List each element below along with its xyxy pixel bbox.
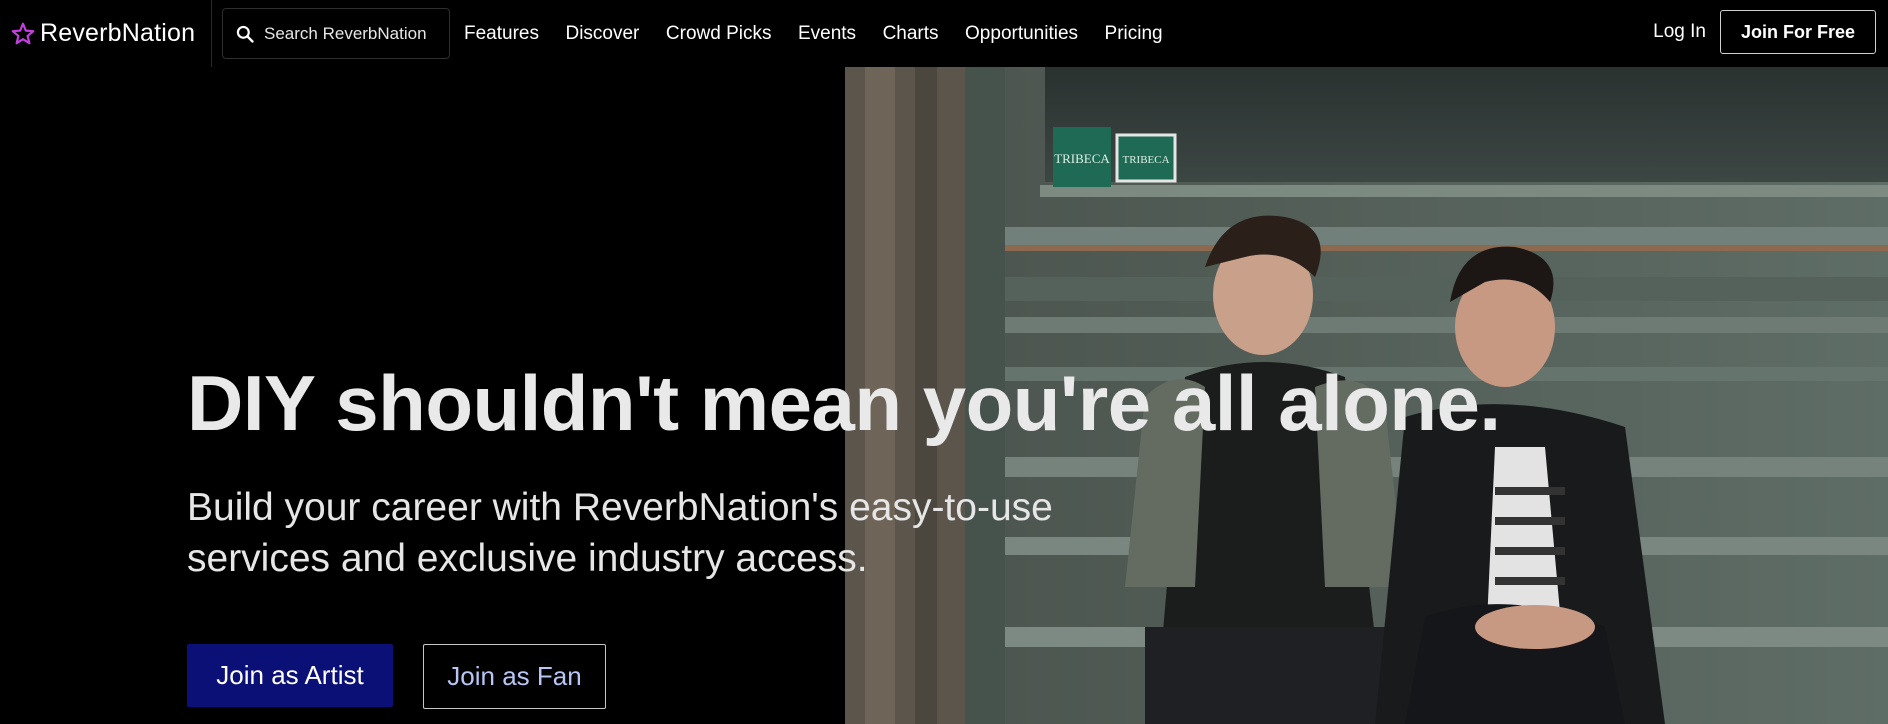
nav-item-features[interactable]: Features bbox=[464, 23, 539, 45]
search-icon bbox=[236, 25, 254, 43]
tribeca-sign-2: TRIBECA bbox=[1122, 154, 1169, 166]
nav-item-discover[interactable]: Discover bbox=[565, 23, 639, 45]
login-link[interactable]: Log In bbox=[1653, 21, 1706, 43]
search-box[interactable] bbox=[222, 8, 450, 59]
nav-item-events[interactable]: Events bbox=[798, 23, 856, 45]
hero-title: DIY shouldn't mean you're all alone. bbox=[187, 359, 1501, 447]
nav-item-crowd-picks[interactable]: Crowd Picks bbox=[666, 23, 772, 45]
hero-subtitle: Build your career with ReverbNation's ea… bbox=[187, 482, 1187, 584]
join-as-artist-button[interactable]: Join as Artist bbox=[187, 644, 393, 707]
nav-item-pricing[interactable]: Pricing bbox=[1105, 23, 1163, 45]
tribeca-sign-1: TRIBECA bbox=[1054, 151, 1110, 166]
brand-logo[interactable]: ReverbNation bbox=[0, 0, 212, 67]
brand-name: ReverbNation bbox=[40, 19, 196, 47]
star-icon bbox=[11, 22, 35, 44]
main-menu: Features Discover Crowd Picks Events Cha… bbox=[464, 23, 1189, 45]
nav-item-charts[interactable]: Charts bbox=[883, 23, 939, 45]
top-nav: ReverbNation Features Discover Crowd Pic… bbox=[0, 0, 1888, 67]
account-actions: Log In Join For Free bbox=[1653, 10, 1876, 54]
join-as-fan-button[interactable]: Join as Fan bbox=[423, 644, 606, 709]
hero-subtitle-line-1: Build your career with ReverbNation's ea… bbox=[187, 486, 1053, 529]
hero-subtitle-line-2: services and exclusive industry access. bbox=[187, 537, 868, 580]
nav-item-opportunities[interactable]: Opportunities bbox=[965, 23, 1078, 45]
join-for-free-button[interactable]: Join For Free bbox=[1719, 10, 1876, 54]
search-input[interactable] bbox=[264, 23, 434, 44]
